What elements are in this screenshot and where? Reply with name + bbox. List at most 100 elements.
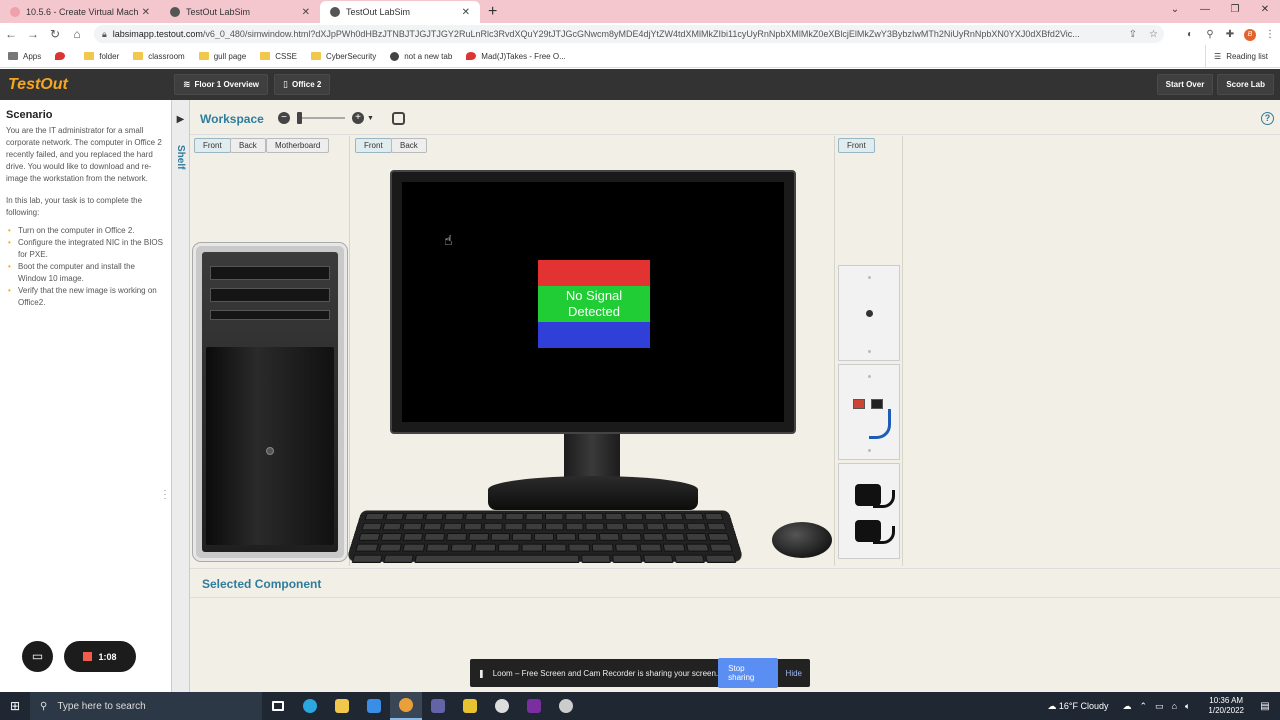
wall-plate-coax[interactable] [838,265,900,361]
power-cable-icon [873,490,895,508]
shelf-strip[interactable]: ▶ Shelf [172,100,190,692]
reload-icon[interactable]: ↻ [44,27,66,41]
camera-icon[interactable]: ▭ [22,641,53,672]
layers-icon: ≋ [183,79,191,90]
score-lab-button[interactable]: Score Lab [1217,74,1274,95]
profile-avatar[interactable]: B [1240,28,1260,41]
mail-icon[interactable] [358,692,390,720]
bookmark-folder[interactable]: folder [84,52,119,61]
bookmark-location[interactable] [55,52,70,60]
chevron-up-icon[interactable]: ⌃ [1140,701,1148,712]
network-icon[interactable]: ⌂ [1172,701,1177,711]
folder-icon [84,52,94,60]
wall-plate-network[interactable] [838,364,900,460]
bookmark-cybersecurity[interactable]: CyberSecurity [311,52,376,61]
browser-tab-bar: 10.5.6 - Create Virtual Machines ✕ TestO… [0,0,1280,23]
share-icon[interactable]: ⇪ [1129,29,1137,40]
bookmark-csse[interactable]: CSSE [260,52,297,61]
puzzle-icon[interactable]: ✚ [1220,29,1240,40]
windows-start-icon[interactable]: ⊞ [0,699,30,713]
taskbar-search[interactable]: ⚲ Type here to search [30,692,262,720]
tower-front-button[interactable]: Front [194,138,231,153]
power-button[interactable] [266,447,274,455]
help-icon[interactable]: ? [1261,112,1274,125]
browser-tab[interactable]: 10.5.6 - Create Virtual Machines ✕ [0,1,160,23]
close-icon[interactable]: ✕ [142,7,150,18]
zoom-slider-knob[interactable] [297,112,302,124]
floor-overview-button[interactable]: ≋ Floor 1 Overview [174,74,268,95]
recording-timer[interactable]: 1:08 [64,641,136,672]
extension-icon[interactable]: ⚲ [1200,29,1220,40]
monitor[interactable]: No Signal Detected [390,170,796,434]
bookmark-madjtakes[interactable]: Mad(J)Takes - Free O... [466,52,565,61]
fit-to-screen-icon[interactable] [392,112,405,125]
app-icon[interactable] [454,692,486,720]
notifications-icon[interactable]: ▤ [1254,701,1276,712]
bookmark-apps[interactable]: Apps [8,52,41,61]
bookmark-classroom[interactable]: classroom [133,52,184,61]
address-bar[interactable]: 🔒︎ labsimapp.testout.com/v6_0_480/simwin… [94,25,1164,43]
task-view-icon[interactable] [262,692,294,720]
chevron-down-icon[interactable]: ▼ [367,115,374,122]
back-arrow-icon[interactable]: ← [0,27,22,41]
zoom-slider[interactable] [297,117,345,119]
extension-icon[interactable]: ◐ [1180,29,1200,40]
forward-arrow-icon[interactable]: → [22,27,44,41]
browser-tab-active[interactable]: TestOut LabSim ✕ [320,1,480,23]
keyboard[interactable] [346,510,745,561]
home-icon[interactable]: ⌂ [66,27,88,41]
lock-icon[interactable]: 🔒︎ [102,29,107,40]
tower-motherboard-button[interactable]: Motherboard [266,138,329,153]
tab-favicon-icon [170,7,180,17]
workspace-title: Workspace [200,112,264,126]
wall-plate-power[interactable] [838,463,900,559]
wall-front-button[interactable]: Front [838,138,875,153]
app-icon[interactable] [550,692,582,720]
battery-icon[interactable]: ▭ [1155,701,1164,712]
mouse[interactable] [772,522,832,558]
app-icon[interactable] [486,692,518,720]
tower-back-button[interactable]: Back [230,138,266,153]
onenote-icon[interactable] [518,692,550,720]
browser-tab[interactable]: TestOut LabSim ✕ [160,1,320,23]
globe-icon [390,52,399,61]
clock[interactable]: 10:36 AM 1/20/2022 [1208,696,1244,716]
computer-tower[interactable] [193,243,347,561]
stop-sharing-button[interactable]: Stop sharing [718,658,777,688]
panel-resize-handle[interactable]: · · · [160,488,170,500]
cloud-sync-icon[interactable]: ☁ [1123,701,1132,712]
restore-icon[interactable]: ❐ [1220,0,1250,20]
close-icon[interactable]: ✕ [462,7,470,18]
reading-list-button[interactable]: ☰ Reading list [1205,45,1268,68]
tab-search-icon[interactable]: ⌄ [1160,0,1190,20]
teams-icon[interactable] [422,692,454,720]
url-text[interactable]: labsimapp.testout.com/v6_0_480/simwindow… [113,29,1123,39]
chrome-icon[interactable] [390,692,422,720]
coax-port-icon[interactable] [866,310,873,317]
new-tab-button[interactable]: + [480,1,505,23]
ethernet-port-icon[interactable] [871,399,883,409]
zoom-in-icon[interactable]: + [352,112,364,124]
loom-message: Loom – Free Screen and Cam Recorder is s… [493,669,718,678]
volume-icon[interactable]: 🔈︎ [1185,701,1190,712]
bookmark-not-a-new-tab[interactable]: not a new tab [390,52,452,61]
close-icon[interactable]: ✕ [302,7,310,18]
monitor-back-button[interactable]: Back [391,138,427,153]
edge-icon[interactable] [294,692,326,720]
bookmark-star-icon[interactable]: ☆ [1149,29,1158,40]
start-over-button[interactable]: Start Over [1157,74,1214,95]
optical-drive-bay[interactable] [210,266,330,280]
close-window-icon[interactable]: ✕ [1250,0,1280,20]
minimize-icon[interactable]: — [1190,0,1220,20]
hide-button[interactable]: Hide [786,669,802,678]
zoom-out-icon[interactable]: − [278,112,290,124]
office-button[interactable]: ▯ Office 2 [274,74,330,95]
file-explorer-icon[interactable] [326,692,358,720]
ethernet-port-icon[interactable] [853,399,865,409]
menu-kebab-icon[interactable]: ⋮ [1260,29,1280,40]
drag-handle-icon[interactable]: ❚ [478,669,485,678]
bookmark-gull-page[interactable]: gull page [199,52,246,61]
weather-widget[interactable]: ☁ 16°F Cloudy [1047,701,1108,712]
expand-arrow-icon[interactable]: ▶ [172,114,189,125]
monitor-front-button[interactable]: Front [355,138,392,153]
